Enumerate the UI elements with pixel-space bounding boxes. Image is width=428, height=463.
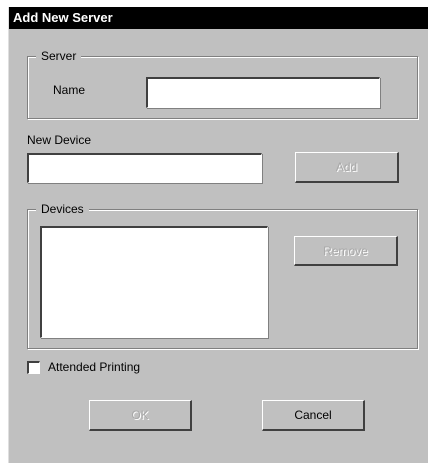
cancel-button-label: Cancel [294, 408, 332, 422]
server-group-label: Server [36, 49, 82, 63]
name-label: Name [53, 83, 86, 97]
server-groupbox: Server Name [27, 49, 418, 119]
devices-listbox[interactable] [40, 226, 268, 338]
devices-group-label: Devices [36, 202, 89, 216]
cancel-button[interactable]: Cancel [262, 400, 365, 431]
ok-button-label: OK [131, 408, 149, 422]
devices-groupbox: Devices Remove [27, 202, 418, 349]
new-device-field[interactable] [27, 153, 262, 183]
title-bar: Add New Server [9, 7, 428, 29]
remove-button[interactable]: Remove [294, 236, 398, 266]
remove-button-label: Remove [323, 244, 368, 258]
window-title: Add New Server [13, 10, 113, 25]
new-device-label: New Device [27, 133, 92, 147]
add-new-server-dialog: Add New Server Server Name New Device Ad… [8, 7, 428, 463]
add-button[interactable]: Add [295, 152, 399, 183]
ok-button[interactable]: OK [89, 400, 192, 431]
attended-printing-label: Attended Printing [48, 360, 141, 374]
server-name-field[interactable] [146, 77, 380, 108]
attended-printing-checkbox[interactable] [27, 361, 40, 374]
add-button-label: Add [335, 160, 358, 174]
